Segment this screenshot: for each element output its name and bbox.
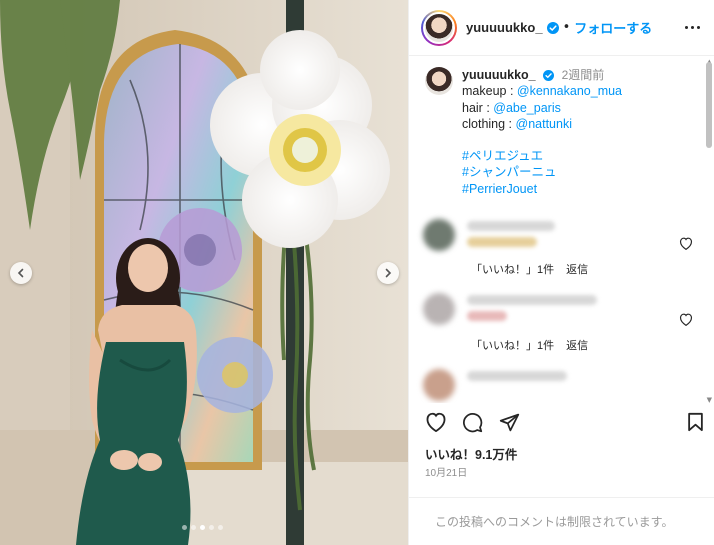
- comment-item: 「いいね！」1件 返信: [423, 293, 703, 353]
- verified-badge-icon: [543, 70, 555, 81]
- likes-count[interactable]: いいね！9.1万件: [425, 444, 517, 463]
- previous-image-button[interactable]: [10, 262, 32, 284]
- verified-badge-icon: [546, 21, 559, 34]
- reply-button[interactable]: 返信: [566, 340, 588, 352]
- chevron-left-icon: [17, 268, 24, 278]
- carousel-dot: [218, 525, 223, 530]
- caption-line-makeup: makeup : @kennakano_mua: [462, 84, 623, 99]
- post-date: 10月21日: [425, 468, 468, 479]
- comment-likes[interactable]: 「いいね！」1件: [471, 264, 554, 276]
- chevron-right-icon: [385, 268, 392, 278]
- caption: yuuuuukko_ 2週間前 makeup : @kennakano_mua …: [409, 57, 714, 197]
- heart-icon[interactable]: [679, 237, 693, 250]
- scroll-down-arrow[interactable]: ▼: [707, 396, 712, 404]
- comments-scroll-area[interactable]: yuuuuukko_ 2週間前 makeup : @kennakano_mua …: [409, 57, 714, 403]
- avatar[interactable]: [421, 9, 457, 46]
- mention-link[interactable]: @abe_paris: [493, 101, 561, 115]
- hashtag-link[interactable]: #PerrierJouet: [462, 181, 622, 197]
- reply-button[interactable]: 返信: [566, 264, 588, 276]
- post-header: yuuuuukko_ • フォローする: [409, 0, 714, 56]
- share-icon[interactable]: [499, 412, 520, 433]
- header-username[interactable]: yuuuuukko_: [466, 20, 543, 35]
- comment-item: [423, 369, 703, 403]
- separator-dot: •: [562, 20, 571, 35]
- comment-username-blurred: [467, 371, 567, 381]
- post-actions: [425, 412, 704, 440]
- hashtag-link[interactable]: #シャンパーニュ: [462, 164, 622, 180]
- comment-text-blurred: [467, 237, 537, 247]
- carousel-dot: [182, 525, 187, 530]
- comment-avatar[interactable]: [423, 219, 455, 251]
- comment-avatar[interactable]: [423, 369, 455, 401]
- mention-link[interactable]: @nattunki: [516, 117, 572, 131]
- mention-link[interactable]: @kennakano_mua: [517, 84, 622, 98]
- caption-username[interactable]: yuuuuukko_: [462, 68, 536, 82]
- scrollbar-thumb[interactable]: [706, 62, 712, 148]
- heart-icon[interactable]: [425, 412, 447, 432]
- heart-icon[interactable]: [679, 313, 693, 326]
- carousel-dot: [209, 525, 214, 530]
- carousel-dot: [191, 525, 196, 530]
- carousel-dot-active: [200, 525, 205, 530]
- caption-line-clothing: clothing : @nattunki: [462, 116, 572, 131]
- next-image-button[interactable]: [377, 262, 399, 284]
- more-options-icon[interactable]: [685, 26, 700, 29]
- comment-icon[interactable]: [462, 412, 483, 433]
- comment-avatar[interactable]: [423, 293, 455, 325]
- photo-illustration: [0, 0, 408, 545]
- carousel-indicator: [182, 525, 223, 530]
- comment-text-blurred: [467, 311, 507, 321]
- caption-line-hair: hair : @abe_paris: [462, 100, 561, 115]
- post-photo[interactable]: [0, 0, 408, 545]
- bookmark-icon[interactable]: [687, 412, 704, 432]
- post-side-panel: yuuuuukko_ • フォローする yuuuuukko_ 2週間前 make…: [408, 0, 714, 545]
- comment-username-blurred: [467, 295, 597, 305]
- comment-username-blurred: [467, 221, 555, 231]
- caption-avatar[interactable]: [425, 67, 453, 95]
- comments-restricted-notice: この投稿へのコメントは制限されています。: [409, 497, 714, 545]
- hashtag-link[interactable]: #ペリエジュエ: [462, 148, 622, 164]
- comment-likes[interactable]: 「いいね！」1件: [471, 340, 554, 352]
- follow-button[interactable]: フォローする: [574, 18, 652, 37]
- comment-item: 「いいね！」1件 返信: [423, 219, 703, 279]
- caption-time: 2週間前: [561, 68, 605, 82]
